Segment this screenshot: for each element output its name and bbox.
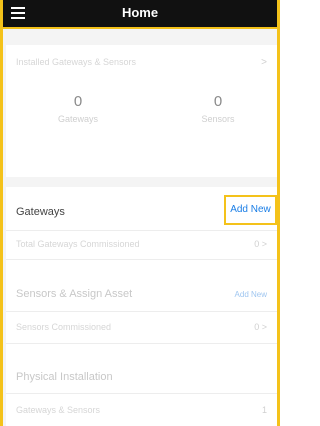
gateways-title: Gateways — [16, 206, 65, 218]
gateways-stat: 0 Gateways — [28, 93, 128, 124]
app-frame: Home Installed Gateways & Sensors > 0 Ga… — [0, 0, 280, 426]
chevron-right-icon: > — [261, 57, 267, 68]
sensors-stat: 0 Sensors — [168, 93, 268, 124]
divider — [6, 311, 277, 312]
physical-installation-label: Gateways & Sensors — [16, 405, 101, 415]
sensors-commissioned-row[interactable]: Sensors Commissioned — [16, 322, 267, 332]
gateways-count: 0 — [73, 93, 83, 110]
page-title: Home — [121, 5, 159, 20]
sensors-label: Sensors — [201, 114, 235, 124]
divider — [6, 343, 277, 344]
summary-heading: Installed Gateways & Sensors > — [16, 57, 267, 68]
physical-installation-title: Physical Installation — [16, 371, 113, 383]
sensors-commissioned-value: 0 > — [254, 322, 267, 332]
summary-card[interactable]: Installed Gateways & Sensors > 0 Gateway… — [6, 45, 277, 177]
divider — [6, 259, 277, 260]
gateways-label: Gateways — [57, 114, 99, 124]
total-gateways-value: 0 > — [254, 239, 267, 249]
physical-installation-row[interactable]: Gateways & Sensors — [16, 405, 267, 415]
divider — [6, 393, 277, 394]
sensors-commissioned-label: Sensors Commissioned — [16, 322, 112, 332]
top-bar: Home — [3, 0, 277, 29]
sensors-add-new-link[interactable]: Add New — [235, 290, 267, 299]
physical-installation-value: 1 — [261, 405, 267, 415]
sensors-title: Sensors & Assign Asset — [16, 288, 133, 300]
divider — [6, 230, 277, 231]
gateways-add-new-button[interactable]: Add New — [224, 195, 277, 225]
total-gateways-label: Total Gateways Commissioned — [16, 239, 140, 249]
total-gateways-row[interactable]: Total Gateways Commissioned — [16, 239, 267, 249]
sensors-count: 0 — [213, 93, 223, 110]
